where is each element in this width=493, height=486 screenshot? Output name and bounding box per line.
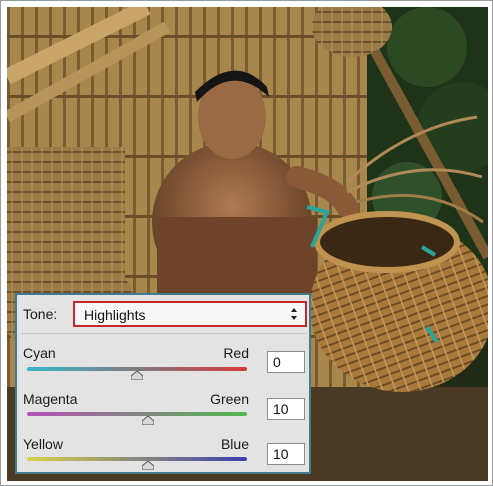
image-frame: Tone: Highlights Cyan Red 0 Magenta Gree… <box>0 0 493 486</box>
tone-label: Tone: <box>23 306 58 322</box>
color-balance-panel: Tone: Highlights Cyan Red 0 Magenta Gree… <box>15 293 311 474</box>
red-label: Red <box>223 345 249 361</box>
yellow-blue-slider-track[interactable] <box>27 457 247 461</box>
green-label: Green <box>210 391 249 407</box>
tone-dropdown-value: Highlights <box>84 307 146 323</box>
cyan-red-value-input[interactable]: 0 <box>267 351 305 373</box>
yellow-label: Yellow <box>23 436 63 452</box>
blue-label: Blue <box>220 436 249 452</box>
separator <box>21 333 307 334</box>
magenta-green-slider-track[interactable] <box>27 412 247 416</box>
cyan-label: Cyan <box>23 345 56 361</box>
tone-dropdown[interactable]: Highlights <box>73 301 307 327</box>
magenta-label: Magenta <box>23 391 78 407</box>
chevron-updown-icon <box>291 308 297 320</box>
yellow-blue-value-input[interactable]: 10 <box>267 443 305 465</box>
magenta-green-value-input[interactable]: 10 <box>267 398 305 420</box>
cyan-red-slider-thumb[interactable] <box>131 371 143 380</box>
magenta-green-slider-thumb[interactable] <box>142 416 154 425</box>
yellow-blue-slider-thumb[interactable] <box>142 461 154 470</box>
